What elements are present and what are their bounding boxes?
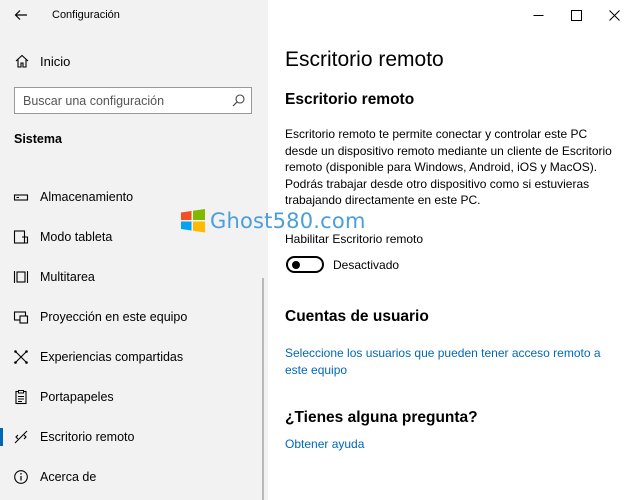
sidebar-item-label: Portapapeles [40, 390, 114, 404]
sidebar-scrollbar[interactable] [262, 278, 264, 500]
sidebar-item-multitasking[interactable]: Multitarea [0, 259, 268, 295]
sidebar-item-clipboard[interactable]: Portapapeles [0, 379, 268, 415]
info-icon [14, 470, 28, 484]
section-heading-user-accounts: Cuentas de usuario [285, 308, 429, 325]
clipboard-icon [15, 390, 27, 405]
minimize-button[interactable] [519, 0, 557, 30]
minimize-icon [533, 14, 543, 16]
maximize-button[interactable] [557, 0, 595, 30]
sidebar-item-tablet-mode[interactable]: Modo tableta [0, 219, 268, 255]
home-icon [15, 54, 29, 68]
close-icon [608, 9, 620, 21]
page-title: Escritorio remoto [285, 48, 444, 71]
sidebar-item-label: Modo tableta [40, 230, 113, 244]
back-arrow-icon [14, 10, 27, 20]
sidebar-item-about[interactable]: Acerca de [0, 459, 268, 495]
remote-desktop-description: Escritorio remoto te permite conectar y … [285, 127, 612, 208]
search-icon[interactable] [231, 93, 246, 108]
sidebar: Configuración Inicio Sistema Almacenamie… [0, 0, 268, 500]
section-heading-questions: ¿Tienes alguna pregunta? [285, 409, 478, 426]
multitasking-icon [13, 271, 29, 283]
sidebar-item-label: Proyección en este equipo [40, 310, 188, 324]
close-button[interactable] [595, 0, 633, 30]
search-box[interactable] [14, 87, 252, 114]
sidebar-item-shared-experiences[interactable]: Experiencias compartidas [0, 339, 268, 375]
sidebar-item-projection[interactable]: Proyección en este equipo [0, 299, 268, 335]
remote-desktop-toggle[interactable] [286, 256, 324, 273]
projection-icon [13, 311, 29, 324]
sidebar-item-label: Multitarea [40, 270, 95, 284]
section-label-system: Sistema [14, 132, 62, 146]
main-content: Escritorio remoto Escritorio remoto Escr… [268, 0, 633, 500]
sidebar-item-label: Experiencias compartidas [40, 350, 184, 364]
maximize-icon [570, 9, 582, 21]
titlebar-left: Configuración [0, 0, 268, 30]
sidebar-item-label: Acerca de [40, 470, 97, 484]
tablet-mode-icon [13, 230, 29, 244]
back-button[interactable] [8, 4, 34, 26]
shared-experiences-icon [14, 350, 28, 364]
sidebar-item-label: Inicio [40, 54, 71, 69]
active-indicator [0, 428, 3, 446]
remote-desktop-icon [14, 430, 28, 444]
toggle-state-label: Desactivado [333, 258, 400, 272]
sidebar-item-home[interactable]: Inicio [0, 48, 268, 74]
get-help-link[interactable]: Obtener ayuda [285, 436, 364, 453]
app-title: Configuración [52, 9, 120, 21]
search-input[interactable] [23, 92, 223, 110]
select-users-link[interactable]: Seleccione los usuarios que pueden tener… [285, 345, 620, 378]
toggle-knob [292, 260, 300, 269]
toggle-caption: Habilitar Escritorio remoto [285, 232, 424, 246]
section-heading-remote-desktop: Escritorio remoto [285, 91, 415, 108]
sidebar-item-label: Almacenamiento [40, 190, 134, 204]
sidebar-item-remote-desktop[interactable]: Escritorio remoto [0, 419, 268, 455]
window-controls [519, 0, 633, 30]
storage-icon [13, 194, 29, 201]
sidebar-item-label: Escritorio remoto [40, 430, 135, 444]
sidebar-item-storage[interactable]: Almacenamiento [0, 179, 268, 215]
